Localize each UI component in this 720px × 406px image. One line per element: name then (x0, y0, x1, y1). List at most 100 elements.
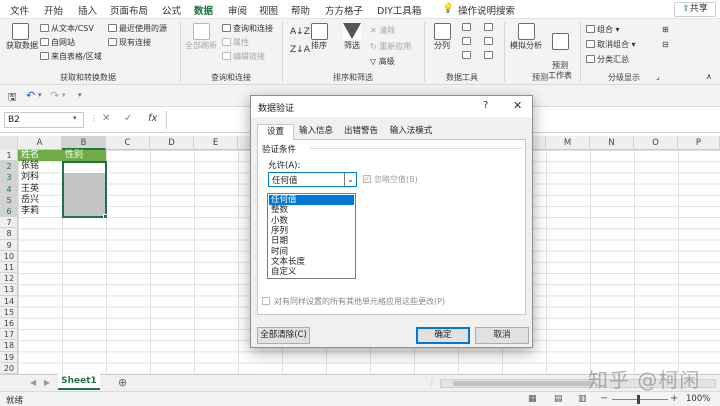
dialog-close-icon[interactable]: ✕ (513, 99, 522, 112)
reapply-button[interactable]: ↻ 重新应用 (370, 41, 411, 52)
row-header[interactable]: 11 (0, 262, 18, 274)
active-cell[interactable] (64, 163, 105, 173)
consolidate-icon[interactable] (484, 23, 495, 32)
queries-connections-button[interactable]: 查询和连接 (222, 23, 273, 34)
row-header[interactable]: 19 (0, 352, 18, 363)
row-header[interactable]: 2 (0, 161, 18, 173)
ok-button[interactable]: 确定 (416, 327, 470, 344)
clear-all-button[interactable]: 全部清除(C) (257, 327, 310, 344)
clear-filter-button[interactable]: ✕ 清除 (370, 25, 395, 36)
save-icon[interactable]: 🖫 (8, 90, 17, 107)
tab-ime-mode[interactable]: 输入法模式 (385, 124, 437, 139)
undo-icon[interactable]: ↶ (26, 89, 35, 102)
share-button[interactable]: ⇪共享 (674, 2, 716, 17)
menu-page-layout[interactable]: 页面布局 (110, 3, 148, 17)
edit-links-button[interactable]: 编辑链接 (222, 51, 265, 62)
row-header[interactable]: 20 (0, 363, 18, 374)
row-header[interactable]: 3 (0, 172, 18, 184)
menu-data[interactable]: 数据 (192, 3, 215, 21)
zoom-slider-thumb[interactable] (637, 395, 640, 404)
row-header[interactable]: 12 (0, 273, 18, 285)
forecast-sheet-button[interactable]: 预测 工作表 (546, 23, 574, 81)
column-header[interactable]: P (678, 136, 720, 150)
advanced-filter-button[interactable]: ▽ 高级 (370, 56, 395, 67)
menu-file[interactable]: 文件 (10, 3, 29, 17)
sort-az-icon[interactable]: A↓Z (290, 27, 310, 37)
recent-sources-button[interactable]: 最近使用的源 (108, 23, 167, 34)
get-data-button[interactable]: 获取数据 (6, 23, 38, 51)
sort-button[interactable]: 排序 (308, 23, 330, 51)
tab-error-alert[interactable]: 出错警告 (339, 124, 383, 139)
row-header[interactable]: 18 (0, 340, 18, 352)
column-header[interactable]: C (106, 136, 150, 150)
dialog-launcher-icon[interactable]: ⌟ (656, 72, 660, 81)
menu-review[interactable]: 审阅 (228, 3, 247, 17)
ungroup-button[interactable]: 取消组合 ▾ (586, 39, 636, 50)
row-header[interactable]: 14 (0, 296, 18, 307)
zoom-out-icon[interactable]: − (600, 393, 608, 404)
cell-name[interactable]: 张铭 (21, 161, 39, 172)
from-text-csv-button[interactable]: 从文本/CSV (40, 23, 94, 34)
name-box-dropdown-icon[interactable]: ▾ (73, 114, 77, 122)
add-sheet-icon[interactable]: ⊕ (118, 376, 127, 389)
data-model-icon[interactable] (484, 51, 495, 60)
prev-sheet-icon[interactable]: ◀ (30, 378, 36, 387)
column-header[interactable]: M (546, 136, 590, 150)
text-to-columns-button[interactable]: 分列 (430, 23, 454, 51)
tab-settings[interactable]: 设置 (257, 124, 294, 140)
group-button[interactable]: 组合 ▾ (586, 24, 620, 35)
row-header[interactable]: 13 (0, 284, 18, 296)
column-header-selected[interactable]: B (62, 136, 106, 150)
allow-select[interactable]: 任何值 ⌄ (268, 172, 357, 187)
zoom-in-icon[interactable]: + (670, 393, 678, 404)
hide-detail-icon[interactable]: ⊟ (662, 40, 669, 49)
existing-connections-button[interactable]: 现有连接 (108, 37, 151, 48)
row-header[interactable]: 1 (0, 150, 18, 162)
from-table-button[interactable]: 来自表格/区域 (40, 51, 102, 62)
row-header[interactable]: 5 (0, 194, 18, 206)
sheet-tab-sheet1[interactable]: Sheet1 (58, 374, 100, 390)
row-header[interactable]: 4 (0, 183, 18, 195)
menu-help[interactable]: 帮助 (291, 3, 310, 17)
option-text-length[interactable]: 文本长度 (269, 257, 354, 267)
column-header[interactable]: N (590, 136, 634, 150)
name-box[interactable]: B2 (4, 112, 84, 128)
cell-name[interactable]: 岳兴 (21, 195, 39, 206)
row-header[interactable]: 17 (0, 329, 18, 341)
zoom-level[interactable]: 100% (686, 394, 710, 404)
option-any-value[interactable]: 任何值 (269, 195, 354, 206)
page-layout-view-icon[interactable]: ▤ (554, 394, 563, 404)
tell-me-search[interactable]: 操作说明搜索 (458, 3, 515, 17)
sort-za-icon[interactable]: Z↓A (290, 45, 310, 55)
row-header[interactable]: 16 (0, 318, 18, 330)
select-all-corner[interactable] (0, 136, 18, 150)
from-web-button[interactable]: 自网站 (40, 37, 75, 48)
column-header[interactable]: E (194, 136, 238, 150)
cell-header-name[interactable]: 姓名 (21, 150, 39, 161)
next-sheet-icon[interactable]: ▶ (44, 378, 50, 387)
cancel-button[interactable]: 取消 (475, 327, 529, 344)
cell-name[interactable]: 刘科 (21, 172, 39, 183)
apply-all-checkbox[interactable] (262, 297, 270, 305)
menu-diy[interactable]: DIY工具箱 (377, 3, 421, 17)
row-header[interactable]: 9 (0, 240, 18, 251)
row-header[interactable]: 10 (0, 251, 18, 262)
column-header[interactable]: O (634, 136, 678, 150)
selected-range[interactable] (62, 161, 108, 219)
menu-ffgz[interactable]: 方方格子 (325, 3, 363, 17)
menu-formulas[interactable]: 公式 (162, 3, 181, 17)
insert-function-icon[interactable]: fx (148, 113, 157, 124)
tab-input-message[interactable]: 输入信息 (294, 124, 338, 139)
show-detail-icon[interactable]: ⊞ (662, 25, 669, 34)
option-decimal[interactable]: 小数 (269, 216, 354, 226)
data-validation-icon[interactable] (462, 51, 473, 60)
redo-icon[interactable]: ↷ (50, 89, 59, 102)
column-header[interactable]: A (18, 136, 62, 150)
remove-duplicates-icon[interactable] (462, 37, 473, 46)
customize-qat-icon[interactable]: ▾ (78, 91, 82, 99)
option-whole-number[interactable]: 整数 (269, 205, 354, 215)
row-header[interactable]: 6 (0, 206, 18, 218)
refresh-all-button[interactable]: 全部刷新 (185, 23, 217, 51)
option-time[interactable]: 时间 (269, 247, 354, 257)
row-header[interactable]: 7 (0, 217, 18, 229)
